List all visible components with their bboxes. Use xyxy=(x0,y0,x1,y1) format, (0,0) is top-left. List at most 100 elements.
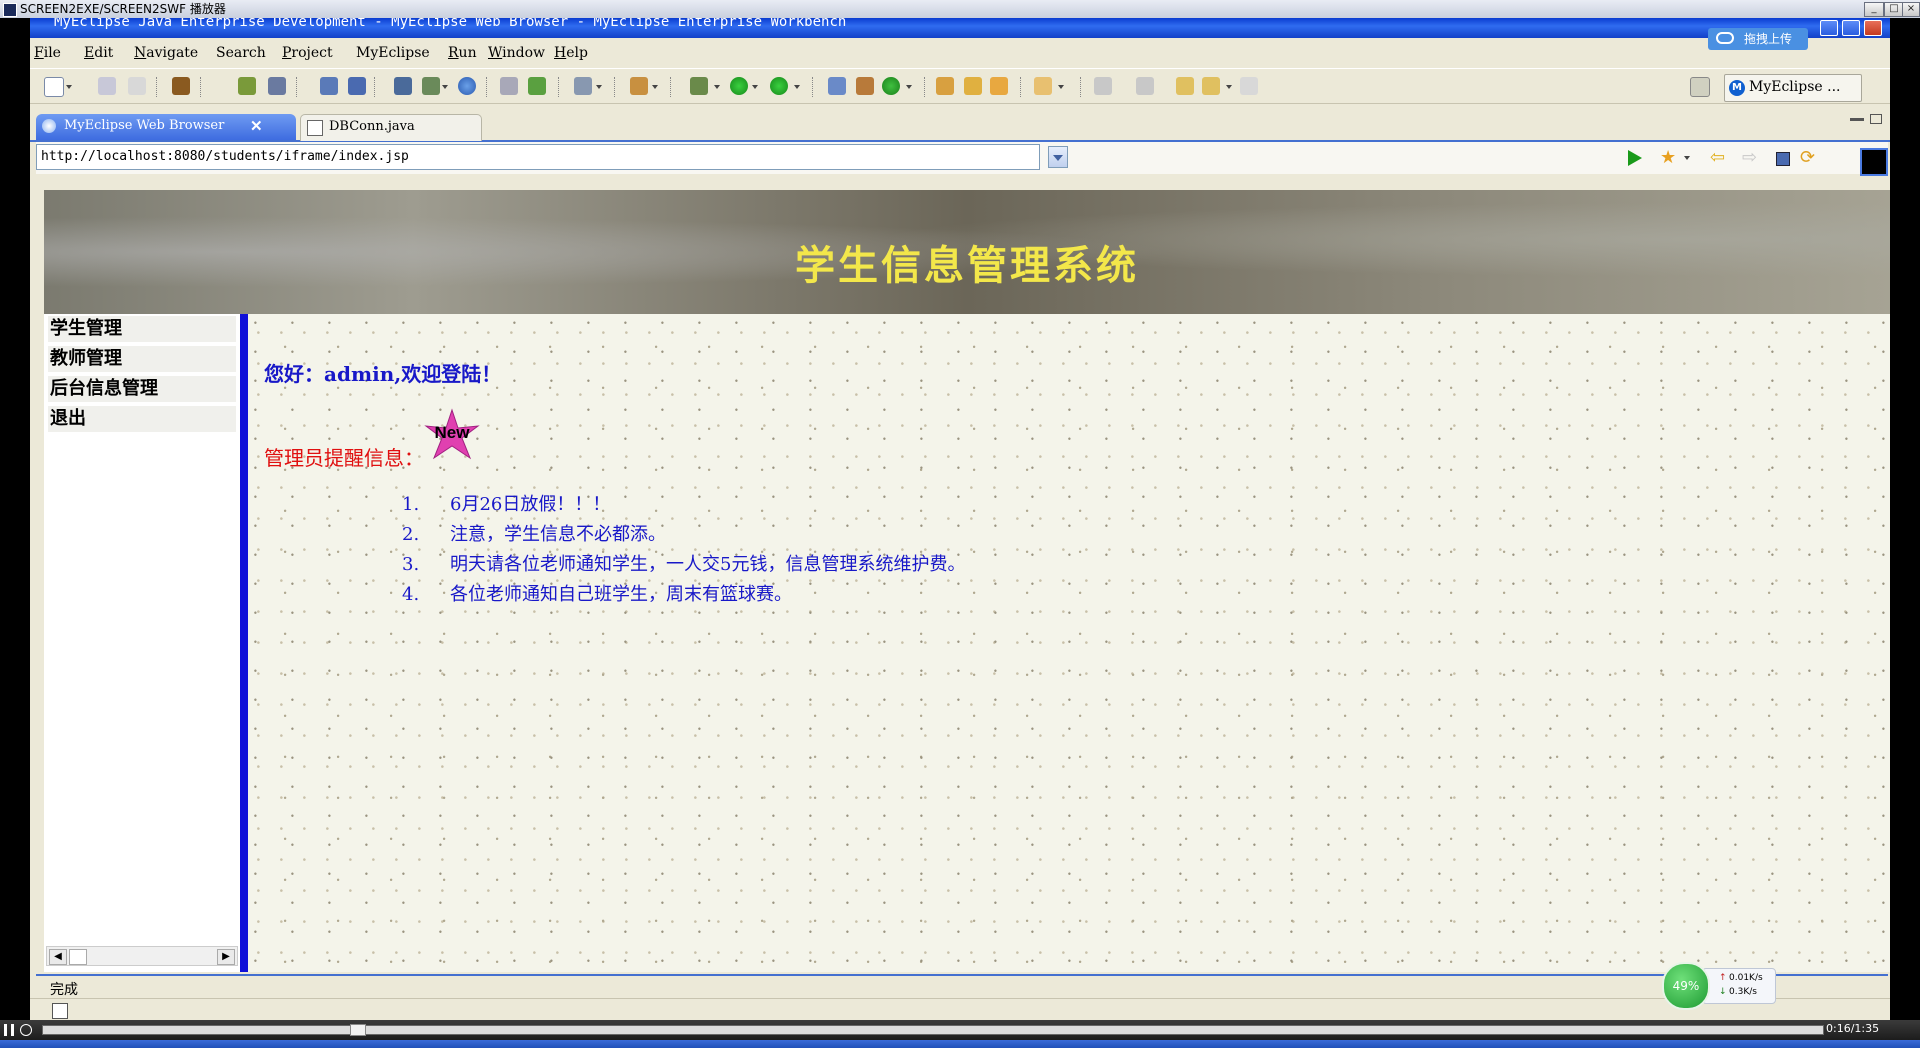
nav-logout[interactable]: 退出 xyxy=(48,406,236,432)
refresh-arrow-icon[interactable]: ⟳ xyxy=(1800,147,1815,168)
stop-icon[interactable] xyxy=(1776,152,1790,166)
run-icon[interactable] xyxy=(730,77,748,95)
minimize-view-icon[interactable] xyxy=(1850,118,1864,121)
forward-icon[interactable] xyxy=(1240,77,1258,95)
new-class-icon[interactable] xyxy=(528,77,546,95)
search-folder-icon[interactable] xyxy=(1034,77,1052,95)
seek-thumb[interactable] xyxy=(350,1024,366,1036)
seek-bar[interactable] xyxy=(42,1025,1824,1035)
database-icon[interactable] xyxy=(394,77,412,95)
browse-icon[interactable] xyxy=(348,77,366,95)
new-badge-icon: New xyxy=(424,408,480,460)
eclipse-close-button[interactable] xyxy=(1864,20,1882,36)
save-icon[interactable] xyxy=(98,77,116,95)
hierarchy-icon[interactable] xyxy=(828,77,846,95)
nav-student-management[interactable]: 学生管理 xyxy=(48,316,236,342)
run-external-icon[interactable] xyxy=(770,77,788,95)
package-icon[interactable] xyxy=(172,77,190,95)
menu-file[interactable]: File xyxy=(34,44,61,62)
dropdown-icon[interactable] xyxy=(1058,85,1064,89)
sidebar-horizontal-scrollbar[interactable]: ◀ ▶ xyxy=(46,946,238,966)
menu-window[interactable]: Window xyxy=(488,44,545,62)
nav-backend-info-management[interactable]: 后台信息管理 xyxy=(48,376,236,402)
run-config-icon[interactable] xyxy=(422,77,440,95)
tab-label: MyEclipse Web Browser xyxy=(64,118,225,133)
scroll-thumb[interactable] xyxy=(69,949,87,965)
prev-annotation-icon[interactable] xyxy=(1136,77,1154,95)
folder-icon[interactable] xyxy=(990,77,1008,95)
open-type-icon[interactable] xyxy=(500,77,518,95)
bug-debug-icon[interactable] xyxy=(690,77,708,95)
sidebar-divider xyxy=(240,314,248,972)
outline-icon[interactable] xyxy=(856,77,874,95)
dropdown-icon[interactable] xyxy=(66,85,72,89)
new-badge-text: New xyxy=(435,423,471,442)
menu-run[interactable]: Run xyxy=(448,44,477,62)
dropdown-icon[interactable] xyxy=(714,85,720,89)
deploy-icon[interactable] xyxy=(320,77,338,95)
close-button[interactable]: × xyxy=(1902,2,1920,17)
scroll-left-icon[interactable]: ◀ xyxy=(49,949,67,965)
maximize-view-icon[interactable] xyxy=(1870,114,1882,124)
pause-icon[interactable] xyxy=(4,1024,14,1036)
url-dropdown-button[interactable] xyxy=(1048,146,1068,168)
player-app-icon xyxy=(3,3,17,17)
minimize-button[interactable]: _ xyxy=(1864,2,1884,17)
network-monitor-widget[interactable]: ↑ 0.01K/s ↓ 0.3K/s 49% xyxy=(1662,962,1792,1012)
new-file-icon[interactable] xyxy=(44,77,64,97)
dropdown-icon[interactable] xyxy=(652,85,658,89)
tab-label: DBConn.java xyxy=(329,119,415,134)
favorites-icon[interactable]: ★ xyxy=(1660,147,1676,168)
globe-icon[interactable] xyxy=(458,77,476,95)
back-arrow-icon[interactable]: ⇦ xyxy=(1710,147,1725,168)
dropdown-icon[interactable] xyxy=(1226,85,1232,89)
open-folder-icon[interactable] xyxy=(936,77,954,95)
url-input[interactable]: http://localhost:8080/students/iframe/in… xyxy=(36,144,1040,170)
dropdown-icon[interactable] xyxy=(442,85,448,89)
dropdown-icon[interactable] xyxy=(1684,156,1690,160)
camera-icon[interactable] xyxy=(574,77,592,95)
menu-navigate[interactable]: Navigate xyxy=(134,44,198,62)
print-icon[interactable] xyxy=(128,77,146,95)
editor-tab-bar: MyEclipse Web Browser ✕ DBConn.java xyxy=(30,110,1890,142)
server-icon[interactable] xyxy=(268,77,286,95)
stop-player-icon[interactable] xyxy=(20,1024,32,1036)
debug-icon[interactable] xyxy=(238,77,256,95)
toolbar-separator xyxy=(1080,77,1083,97)
menu-search[interactable]: Search xyxy=(216,44,266,62)
go-icon[interactable] xyxy=(1628,150,1642,166)
perspective-label: MyEclipse ... xyxy=(1749,79,1841,95)
close-tab-icon[interactable]: ✕ xyxy=(250,114,263,138)
menu-edit[interactable]: Edit xyxy=(84,44,113,62)
tab-web-browser[interactable]: MyEclipse Web Browser ✕ xyxy=(36,114,296,140)
edit-icon[interactable] xyxy=(964,77,982,95)
last-edit-icon[interactable] xyxy=(1176,77,1194,95)
menu-project[interactable]: Project xyxy=(282,44,333,62)
tab-dbconn-java[interactable]: DBConn.java xyxy=(300,114,482,141)
dropdown-icon[interactable] xyxy=(596,85,602,89)
fast-view-icon[interactable] xyxy=(52,1003,68,1019)
nav-teacher-management[interactable]: 教师管理 xyxy=(48,346,236,372)
scroll-right-icon[interactable]: ▶ xyxy=(217,949,235,965)
eclipse-minimize-button[interactable] xyxy=(1820,20,1838,36)
next-annotation-icon[interactable] xyxy=(1094,77,1112,95)
dropdown-icon[interactable] xyxy=(906,85,912,89)
toolbar-separator xyxy=(156,77,159,97)
eclipse-title-bar: MyEclipse Java Enterprise Development - … xyxy=(30,18,1890,38)
tools-icon[interactable] xyxy=(630,77,648,95)
forward-arrow-icon[interactable]: ⇨ xyxy=(1742,147,1757,168)
menu-myeclipse[interactable]: MyEclipse xyxy=(356,44,430,62)
myeclipse-icon: M xyxy=(1729,80,1745,96)
open-perspective-icon[interactable] xyxy=(1690,77,1710,97)
refresh-icon[interactable] xyxy=(882,77,900,95)
eclipse-window: MyEclipse Java Enterprise Development - … xyxy=(30,18,1890,1021)
playback-time: 0:16/1:35 xyxy=(1826,1022,1880,1035)
upload-speed: 0.01K/s xyxy=(1729,973,1763,983)
dropdown-icon[interactable] xyxy=(752,85,758,89)
perspective-button[interactable]: M MyEclipse ... xyxy=(1724,74,1862,102)
maximize-button[interactable]: □ xyxy=(1884,2,1904,17)
eclipse-maximize-button[interactable] xyxy=(1842,20,1860,36)
menu-help[interactable]: Help xyxy=(554,44,588,62)
back-icon[interactable] xyxy=(1202,77,1220,95)
dropdown-icon[interactable] xyxy=(794,85,800,89)
